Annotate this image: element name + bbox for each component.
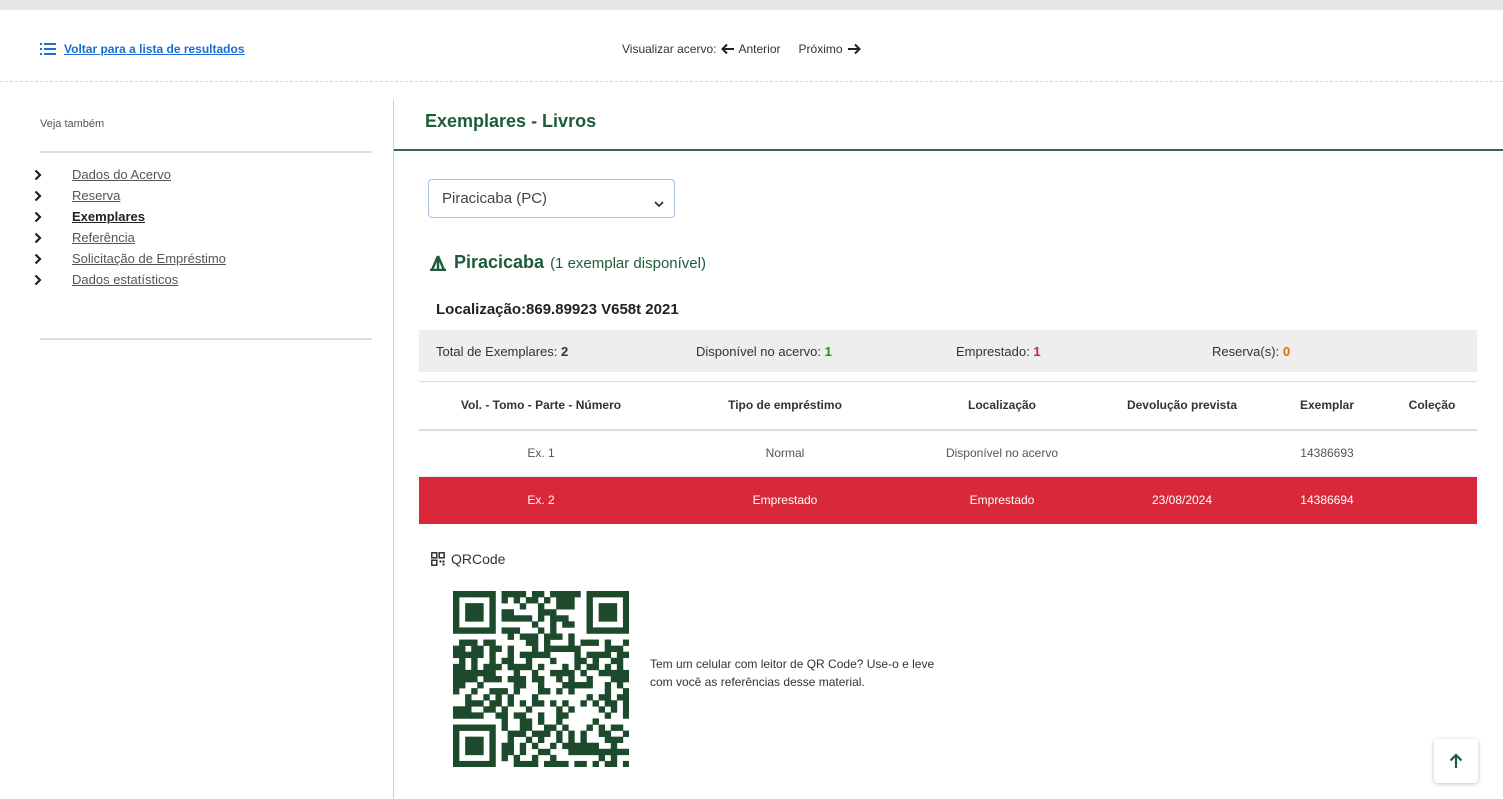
summary-reserves-value: 0 [1282, 344, 1291, 359]
qrcode-heading-label: QRCode [451, 551, 506, 567]
column-header-due-date: Devolução prevista [1126, 398, 1238, 413]
cell-loan-type: Normal [765, 446, 805, 461]
sidebar-link-referencia[interactable]: Referência [72, 230, 135, 245]
column-divider [393, 100, 394, 799]
summary-available-label: Disponível no acervo: [696, 344, 822, 359]
copies-summary: Total de Exemplares: 2 Disponível no ace… [419, 330, 1477, 372]
sidebar-link-dados-estatisticos[interactable]: Dados estatísticos [72, 272, 178, 287]
sidebar-divider [40, 151, 372, 153]
column-header-copy-id: Exemplar [1299, 398, 1355, 413]
arrow-left-icon [720, 43, 734, 55]
record-navigation: Visualizar acervo: Anterior Próximo [622, 42, 861, 56]
qrcode-icon [431, 552, 445, 566]
page-title: Exemplares - Livros [425, 111, 597, 131]
title-underline [394, 149, 1503, 151]
column-header-volume: Vol. - Tomo - Parte - Número [460, 398, 622, 413]
chevron-right-icon [34, 211, 48, 223]
sidebar-divider [40, 338, 372, 340]
cell-copy-id: 14386693 [1300, 446, 1354, 461]
see-also-title: Veja também [40, 118, 105, 130]
column-header-collection: Coleção [1408, 398, 1456, 413]
chevron-down-icon [654, 195, 664, 212]
table-row: Ex. 1 Normal Disponível no acervo 143866… [419, 430, 1477, 477]
cell-copy-id: 14386694 [1300, 493, 1354, 508]
qrcode-image [453, 591, 629, 767]
chevron-right-icon [34, 169, 48, 181]
cell-collection [1387, 477, 1477, 524]
next-button[interactable]: Próximo [799, 42, 861, 56]
summary-loaned-label: Emprestado: [956, 344, 1030, 359]
chevron-right-icon [34, 274, 48, 286]
arrow-up-icon [1449, 753, 1463, 768]
list-icon [40, 43, 56, 55]
summary-reserves: Reserva(s): 0 [1212, 344, 1290, 359]
sidebar-link-solicitacao-de-emprestimo[interactable]: Solicitação de Empréstimo [72, 251, 226, 266]
sidebar-item-referencia[interactable]: Referência [34, 227, 364, 248]
call-number-location: Localização:869.89923 V658t 2021 [436, 301, 679, 318]
cell-volume: Ex. 1 [527, 446, 555, 461]
cell-location: Disponível no acervo [945, 446, 1059, 461]
qrcode-heading: QRCode [431, 551, 505, 567]
chevron-right-icon [34, 253, 48, 265]
see-also-list: Dados do Acervo Reserva Exemplares Refer… [34, 164, 364, 290]
summary-total-value: 2 [561, 344, 569, 359]
next-label: Próximo [798, 42, 843, 56]
summary-loaned-value: 1 [1033, 344, 1041, 359]
column-header-location: Localização [967, 398, 1037, 413]
sidebar-item-dados-estatisticos[interactable]: Dados estatísticos [34, 269, 364, 290]
table-header-row: Vol. - Tomo - Parte - Número Tipo de emp… [419, 381, 1477, 430]
cell-loan-type: Emprestado [752, 493, 818, 508]
summary-loaned: Emprestado: 1 [956, 344, 1041, 359]
cell-collection [1387, 430, 1477, 477]
back-to-results-label: Voltar para a lista de resultados [64, 42, 245, 56]
table-row-loaned: Ex. 2 Emprestado Emprestado 23/08/2024 1… [419, 476, 1477, 524]
view-collection-label: Visualizar acervo: [622, 42, 717, 56]
previous-button[interactable]: Anterior [720, 42, 781, 56]
summary-total-label: Total de Exemplares: [436, 344, 558, 359]
top-navigation-bar: Voltar para a lista de resultados Visual… [0, 10, 1503, 82]
summary-available: Disponível no acervo: 1 [696, 344, 832, 359]
top-strip [0, 0, 1503, 10]
qrcode-description: Tem um celular com leitor de QR Code? Us… [650, 657, 935, 689]
summary-reserves-label: Reserva(s): [1212, 344, 1280, 359]
sidebar-item-reserva[interactable]: Reserva [34, 185, 364, 206]
summary-total: Total de Exemplares: 2 [436, 344, 568, 359]
sidebar-link-reserva[interactable]: Reserva [72, 188, 120, 203]
sidebar-item-solicitacao-de-emprestimo[interactable]: Solicitação de Empréstimo [34, 248, 364, 269]
summary-available-value: 1 [824, 344, 832, 359]
column-header-loan-type: Tipo de empréstimo [728, 398, 842, 413]
library-heading: Piracicaba (1 exemplar disponível) [428, 252, 706, 273]
arrow-right-icon [847, 43, 861, 55]
sidebar-link-exemplares[interactable]: Exemplares [72, 209, 145, 224]
library-select-value: Piracicaba (PC) [442, 190, 548, 207]
sidebar-link-dados-do-acervo[interactable]: Dados do Acervo [72, 167, 171, 182]
chevron-right-icon [34, 232, 48, 244]
back-to-results-link[interactable]: Voltar para a lista de resultados [40, 42, 245, 56]
copies-table: Vol. - Tomo - Parte - Número Tipo de emp… [419, 381, 1477, 524]
sidebar-item-dados-do-acervo[interactable]: Dados do Acervo [34, 164, 364, 185]
library-icon [430, 255, 446, 271]
previous-label: Anterior [738, 42, 781, 56]
library-select[interactable]: Piracicaba (PC) [428, 179, 675, 218]
cell-location: Emprestado [969, 493, 1035, 508]
cell-due-date: 23/08/2024 [1151, 493, 1213, 508]
library-availability: (1 exemplar disponível) [550, 255, 706, 272]
library-name: Piracicaba [454, 252, 545, 272]
cell-due-date [1097, 430, 1267, 477]
scroll-to-top-button[interactable] [1434, 739, 1478, 783]
cell-volume: Ex. 2 [527, 493, 555, 508]
chevron-right-icon [34, 190, 48, 202]
sidebar-item-exemplares[interactable]: Exemplares [34, 206, 364, 227]
